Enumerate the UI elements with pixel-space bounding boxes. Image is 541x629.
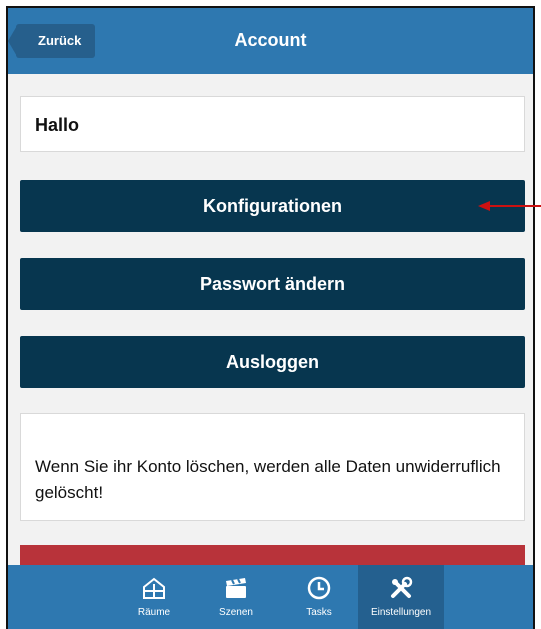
tab-label: Einstellungen	[370, 607, 432, 618]
tab-label: Tasks	[306, 607, 332, 618]
wrench-screwdriver-icon	[391, 576, 413, 598]
delete-warning-card: Wenn Sie ihr Konto löschen, werden alle …	[20, 413, 525, 521]
house-icon	[143, 577, 165, 599]
header-bar: Zurück Account	[8, 8, 533, 74]
app-frame: Zurück Account Hallo Konfigurationen Pas…	[6, 6, 535, 629]
delete-warning-text: Wenn Sie ihr Konto löschen, werden alle …	[35, 457, 501, 502]
tab-einstellungen[interactable]: Einstellungen	[358, 565, 444, 629]
tab-raeume[interactable]: Räume	[111, 565, 197, 629]
annotation-arrow	[478, 201, 541, 211]
page-title: Account	[234, 30, 307, 50]
tab-szenen[interactable]: Szenen	[193, 565, 279, 629]
tab-tasks[interactable]: Tasks	[276, 565, 362, 629]
greeting-card: Hallo	[20, 96, 525, 152]
tab-label: Szenen	[219, 607, 253, 618]
configurations-button[interactable]: Konfigurationen	[20, 180, 525, 232]
tab-label: Räume	[137, 607, 171, 618]
clock-icon	[307, 576, 331, 600]
logout-button[interactable]: Ausloggen	[20, 336, 525, 388]
clapperboard-icon	[226, 578, 246, 598]
change-password-button[interactable]: Passwort ändern	[20, 258, 525, 310]
bottom-tab-bar: Räume Szenen Tasks Einstellungen	[8, 565, 533, 629]
